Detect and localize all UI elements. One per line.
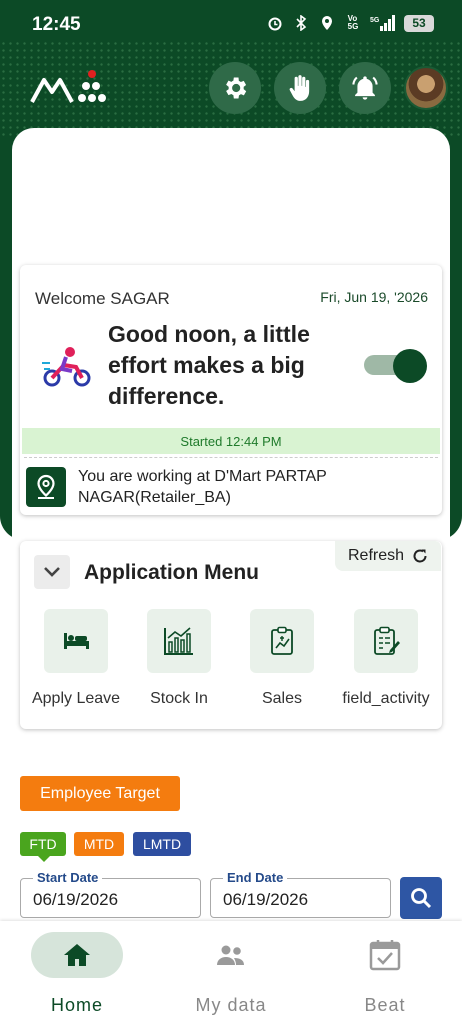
search-icon	[411, 888, 432, 909]
status-bar: 12:45 Vo 5G 5G 53	[0, 0, 462, 48]
sales-report-icon	[271, 626, 293, 655]
end-date-field[interactable]: End Date 06/19/2026	[210, 870, 391, 918]
attendance-toggle[interactable]	[364, 349, 428, 383]
svg-text:5G: 5G	[370, 17, 380, 24]
chip-mtd[interactable]: MTD	[74, 832, 124, 856]
greeting-text: Good noon, a little effort makes a big d…	[108, 321, 310, 409]
notification-button[interactable]	[339, 62, 391, 114]
nav-home[interactable]: Home	[0, 921, 154, 1024]
application-menu-title: Application Menu	[84, 561, 259, 584]
rider-icon	[42, 347, 91, 387]
nav-beat-label: Beat	[364, 995, 406, 1015]
collapse-button[interactable]	[34, 555, 70, 589]
end-date-label: End Date	[223, 870, 288, 885]
calendar-check-icon	[369, 940, 401, 971]
gear-icon	[226, 77, 247, 99]
home-icon	[64, 944, 90, 966]
chip-ftd[interactable]: FTD	[20, 832, 66, 856]
chip-ftd-pointer	[37, 855, 51, 862]
bottom-navigation: Home My data Beat	[0, 921, 462, 1024]
nav-beat[interactable]: Beat	[308, 921, 462, 1024]
nav-my-data-label: My data	[195, 995, 267, 1015]
location-pin-icon	[37, 474, 55, 499]
chevron-down-icon	[44, 567, 60, 577]
app-logo	[30, 70, 106, 103]
chip-lmtd[interactable]: LMTD	[133, 832, 191, 856]
signal-icon: 5G	[370, 14, 396, 32]
start-date-field[interactable]: Start Date 06/19/2026	[20, 870, 201, 918]
application-menu: Application Menu Refresh Apply Leave Sto…	[20, 541, 442, 729]
refresh-button[interactable]: Refresh	[335, 541, 441, 571]
avatar[interactable]	[404, 66, 448, 110]
menu-item-sales[interactable]: Sales	[230, 609, 334, 708]
menu-item-label: Stock In	[150, 690, 208, 707]
menu-item-label: Sales	[261, 690, 303, 707]
hand-button[interactable]	[274, 62, 326, 114]
people-icon	[217, 945, 244, 965]
alarm-icon	[266, 14, 284, 32]
nav-home-label: Home	[50, 995, 103, 1015]
welcome-date: Fri, Jun 19, '2026	[320, 289, 428, 305]
bluetooth-icon	[292, 14, 310, 32]
menu-item-label: field_activity	[342, 690, 430, 707]
divider	[24, 457, 438, 458]
start-date-value: 06/19/2026	[33, 890, 119, 909]
settings-button[interactable]	[209, 62, 261, 114]
welcome-title: Welcome SAGAR	[35, 289, 170, 308]
refresh-icon	[413, 549, 427, 563]
hand-icon	[289, 75, 310, 101]
volte-icon: Vo 5G	[347, 14, 359, 31]
menu-item-label: Apply Leave	[31, 690, 121, 707]
menu-item-apply-leave[interactable]: Apply Leave	[24, 609, 128, 708]
started-status: Started 12:44 PM	[22, 428, 440, 454]
location-text: You are working at D'Mart PARTAP NAGAR(R…	[78, 468, 327, 506]
start-date-label: Start Date	[33, 870, 103, 885]
location-badge	[26, 467, 66, 507]
bed-icon	[64, 633, 89, 649]
refresh-label: Refresh	[347, 547, 405, 564]
stock-chart-icon	[164, 627, 193, 655]
clipboard-icon	[374, 626, 400, 655]
status-time: 12:45	[32, 14, 81, 35]
menu-item-field-activity[interactable]: field_activity	[334, 609, 438, 708]
welcome-card: Welcome SAGAR Fri, Jun 19, '2026 Good no…	[20, 265, 442, 515]
battery-icon: 53	[404, 14, 434, 32]
bell-icon	[352, 76, 378, 100]
search-button[interactable]	[400, 877, 442, 919]
nav-my-data[interactable]: My data	[154, 921, 308, 1024]
employee-target-button[interactable]: Employee Target	[20, 776, 180, 811]
location-status-icon	[318, 14, 336, 32]
menu-item-stock-in[interactable]: Stock In	[127, 609, 231, 708]
end-date-value: 06/19/2026	[223, 890, 309, 909]
